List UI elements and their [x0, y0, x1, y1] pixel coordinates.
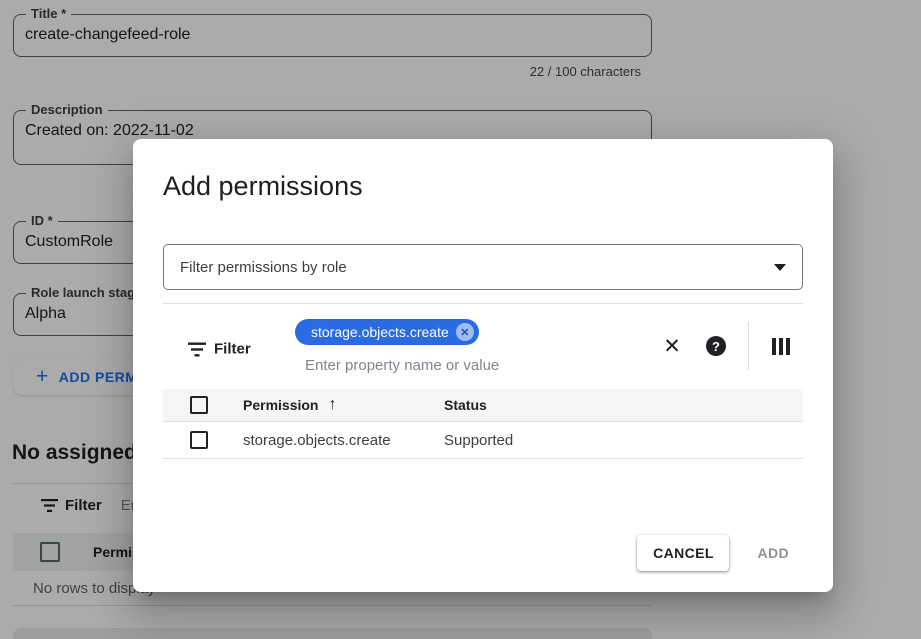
sort-ascending-icon[interactable]: ↑: [328, 396, 336, 414]
toolbar-icons: ✕ ?: [650, 303, 803, 389]
filter-permissions-by-role-select[interactable]: Filter permissions by role: [163, 244, 803, 290]
filter-input[interactable]: [305, 357, 605, 374]
chip-remove-icon[interactable]: ✕: [456, 323, 474, 341]
add-permissions-dialog: Add permissions Filter permissions by ro…: [133, 139, 833, 592]
cancel-button[interactable]: CANCEL: [637, 535, 729, 571]
permissions-filter-toolbar: Filter storage.objects.create ✕ ✕ ?: [163, 303, 803, 389]
permission-header-label: Permission: [243, 397, 318, 413]
row-status-cell: Supported: [444, 432, 513, 449]
chevron-down-icon: [774, 264, 786, 271]
filter-help-button[interactable]: ?: [694, 324, 738, 368]
role-select-placeholder: Filter permissions by role: [180, 259, 774, 276]
permission-column-header[interactable]: Permission ↑: [243, 396, 443, 414]
dialog-title: Add permissions: [163, 171, 363, 202]
close-icon: ✕: [663, 336, 681, 357]
column-display-options-button[interactable]: [759, 324, 803, 368]
columns-icon: [772, 338, 790, 355]
filter-label: Filter: [214, 341, 251, 358]
help-icon: ?: [706, 336, 726, 356]
screen: Title * create-changefeed-role 22 / 100 …: [0, 0, 921, 639]
filter-list-icon: [188, 342, 206, 356]
permissions-table-header: Permission ↑ Status: [163, 389, 803, 422]
row-permission-cell: storage.objects.create: [243, 432, 443, 449]
status-column-header[interactable]: Status: [444, 397, 487, 413]
select-all-checkbox[interactable]: [190, 396, 208, 414]
filter-chip[interactable]: storage.objects.create ✕: [295, 319, 479, 345]
filter-chip-text: storage.objects.create: [311, 324, 449, 340]
add-button[interactable]: ADD: [743, 535, 803, 571]
vertical-divider: [748, 322, 749, 370]
clear-filters-button[interactable]: ✕: [650, 324, 694, 368]
filter-button[interactable]: Filter: [188, 341, 251, 358]
dialog-actions: CANCEL ADD: [637, 535, 803, 571]
row-checkbox[interactable]: [190, 431, 208, 449]
table-row[interactable]: storage.objects.create Supported: [163, 422, 803, 459]
